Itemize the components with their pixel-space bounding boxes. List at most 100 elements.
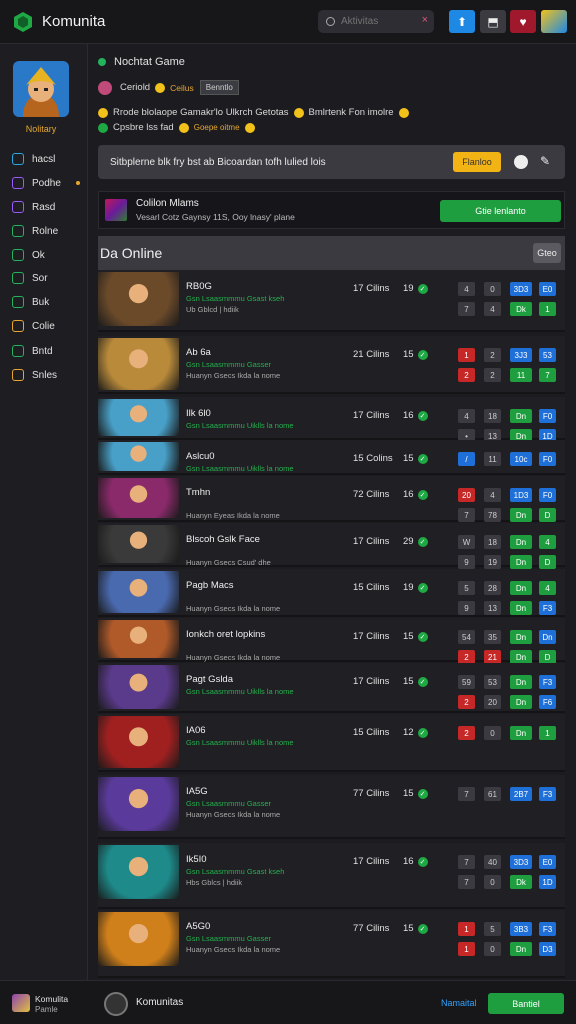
stat-cell[interactable]: Dn	[510, 535, 532, 549]
stat-cell[interactable]: Dk	[510, 875, 532, 889]
stat-cell[interactable]: 2	[458, 368, 475, 382]
list-item[interactable]: Ik5I0 Gsn Lsaasmmmu Gsast kseh Hbs Gblcs |…	[98, 843, 565, 909]
user-name[interactable]: Ceriold	[120, 82, 150, 93]
game-thumbnail[interactable]	[98, 912, 179, 966]
stat-cell[interactable]: 21	[484, 650, 501, 664]
stat-cell[interactable]: 7	[458, 855, 475, 869]
stat-cell[interactable]: 28	[484, 581, 501, 595]
stat-cell[interactable]: 2	[458, 650, 475, 664]
stat-cell[interactable]: 1	[539, 302, 556, 316]
stat-cell[interactable]: Dn	[510, 650, 532, 664]
pin-icon[interactable]: ✎	[540, 154, 550, 168]
game-thumbnail[interactable]	[98, 620, 179, 658]
stat-cell[interactable]: D	[539, 555, 556, 569]
stat-cell[interactable]: 4	[458, 282, 475, 296]
stat-cell[interactable]: Dn	[510, 508, 532, 522]
stat-cell[interactable]: 4	[539, 581, 556, 595]
game-thumbnail[interactable]	[98, 338, 179, 390]
stat-cell[interactable]: 4	[539, 535, 556, 549]
stat-cell[interactable]: 35	[484, 630, 501, 644]
stat-cell[interactable]: 78	[484, 508, 501, 522]
footer-community-avatar[interactable]	[104, 992, 128, 1016]
stat-cell[interactable]: 0	[484, 942, 501, 956]
stat-cell[interactable]: E0	[539, 282, 556, 296]
list-item[interactable]: Tmhn Huanyn Eyeas Ikda la nome 72 Cilins 16…	[98, 476, 565, 522]
list-item[interactable]: IA06 Gsn Lsaasmmmu Uiklls la nome 15 Cilin…	[98, 714, 565, 772]
stat-cell[interactable]: 1D	[539, 875, 556, 889]
stat-cell[interactable]: Dn	[510, 695, 532, 709]
stat-cell[interactable]: 18	[484, 409, 501, 423]
stat-cell[interactable]: F0	[539, 452, 556, 466]
user-avatar[interactable]	[13, 61, 69, 117]
stat-cell[interactable]: Dn	[510, 675, 532, 689]
stat-cell[interactable]: 54	[458, 630, 475, 644]
stat-cell[interactable]: 18	[484, 535, 501, 549]
stat-cell[interactable]: 3B3	[510, 922, 532, 936]
stat-cell[interactable]: 2	[458, 695, 475, 709]
game-thumbnail[interactable]	[98, 478, 179, 518]
game-thumbnail[interactable]	[98, 665, 179, 709]
search-input[interactable]	[341, 16, 419, 27]
stat-cell[interactable]: 5	[484, 922, 501, 936]
sidebar-item[interactable]: Ok	[12, 244, 86, 266]
profile-avatar[interactable]	[541, 10, 567, 33]
list-item[interactable]: RB0G Gsn Lsaasmmmu Gsast kseh Ub Gblcd | h…	[98, 270, 565, 332]
stat-cell[interactable]: 59	[458, 675, 475, 689]
favorite-button[interactable]: ♥	[510, 10, 536, 33]
stat-cell[interactable]: 7	[458, 302, 475, 316]
user-small-avatar[interactable]	[98, 80, 112, 95]
stat-cell[interactable]: Dn	[510, 409, 532, 423]
stat-cell[interactable]: 1	[458, 348, 475, 362]
stat-cell[interactable]: F3	[539, 601, 556, 615]
game-thumbnail[interactable]	[98, 845, 179, 899]
sidebar-item[interactable]: Bntd	[12, 340, 86, 362]
sidebar-item[interactable]: Snles	[12, 364, 86, 386]
stat-cell[interactable]: Dn	[510, 942, 532, 956]
list-item[interactable]: Aslcu0 Gsn Lsaasmmmu Uiklls la nome 15 Col…	[98, 440, 565, 475]
stat-cell[interactable]: 53	[484, 675, 501, 689]
stat-cell[interactable]: 7	[458, 875, 475, 889]
stat-cell[interactable]: F3	[539, 675, 556, 689]
stat-cell[interactable]: 40	[484, 855, 501, 869]
list-item[interactable]: Blscoh Gslk Face Huanyn Gsecs Csud' dhe 17…	[98, 523, 565, 569]
stat-cell[interactable]: W	[458, 535, 475, 549]
stat-cell[interactable]: 9	[458, 601, 475, 615]
window-button[interactable]: ⬒	[480, 10, 506, 33]
sidebar-item[interactable]: Podhe	[12, 172, 86, 194]
stat-cell[interactable]: 7	[458, 508, 475, 522]
game-thumbnail[interactable]	[98, 399, 179, 436]
footer-button[interactable]: Bantiel	[488, 993, 564, 1014]
stat-cell[interactable]: Dn	[510, 555, 532, 569]
sidebar-item[interactable]: Sor	[12, 267, 86, 289]
game-thumbnail[interactable]	[98, 777, 179, 831]
stat-cell[interactable]: Dk	[510, 302, 532, 316]
list-item[interactable]: Pagt Gslda Gsn Lsaasmmmu Uiklls la nome 17…	[98, 663, 565, 713]
stat-cell[interactable]: /	[458, 452, 475, 466]
stat-cell[interactable]: Dn	[510, 726, 532, 740]
stat-cell[interactable]: 3D3	[510, 855, 532, 869]
stat-cell[interactable]: Dn	[510, 601, 532, 615]
stat-cell[interactable]: 1D3	[510, 488, 532, 502]
stat-cell[interactable]: F0	[539, 409, 556, 423]
stat-cell[interactable]: Dn	[510, 581, 532, 595]
stat-cell[interactable]: 0	[484, 282, 501, 296]
stat-cell[interactable]: 11	[510, 368, 532, 382]
smile-icon[interactable]	[514, 155, 528, 169]
stat-cell[interactable]: 11	[484, 452, 501, 466]
list-item[interactable]: A5G0 Gsn Lsaasmmmu Gasser Huanyn Gsecs Ikd…	[98, 910, 565, 978]
sidebar-item[interactable]: Colie	[12, 315, 86, 337]
stat-cell[interactable]: 13	[484, 601, 501, 615]
sidebar-item[interactable]: Buk	[12, 291, 86, 313]
sidebar-item[interactable]: hacsl	[12, 148, 86, 170]
footer-avatar[interactable]	[12, 994, 30, 1012]
stat-cell[interactable]: 10c	[510, 452, 532, 466]
list-item[interactable]: Ab 6a Gsn Lsaasmmmu Gasser Huanyn Gsecs Ik…	[98, 336, 565, 394]
stat-cell[interactable]: 19	[484, 555, 501, 569]
list-item[interactable]: Pagb Macs Huanyn Gsecs Ikda la nome 15 Cil…	[98, 569, 565, 617]
promo-button[interactable]: Gtie lenlanto	[440, 200, 561, 222]
list-header-button[interactable]: Gteo	[533, 243, 561, 263]
stat-cell[interactable]: 5	[458, 581, 475, 595]
stat-cell[interactable]: 7	[539, 368, 556, 382]
stat-cell[interactable]: 61	[484, 787, 501, 801]
game-thumbnail[interactable]	[98, 272, 179, 326]
